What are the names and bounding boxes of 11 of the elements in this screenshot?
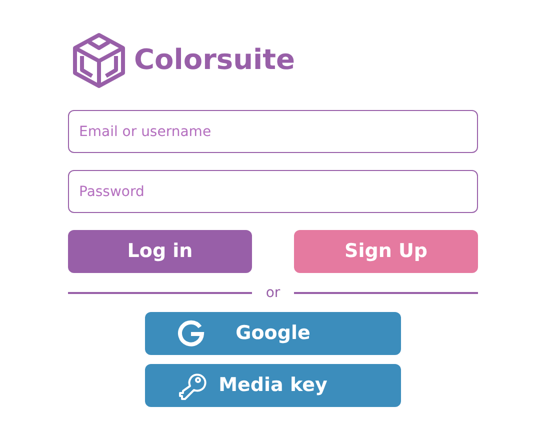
username-field[interactable]: Email or username (68, 110, 478, 153)
brand-name: Colorsuite (134, 46, 295, 74)
key-icon (177, 370, 207, 400)
cube-logo-icon (72, 32, 126, 88)
media-key-button[interactable]: Media key (145, 364, 401, 407)
google-icon (177, 320, 205, 348)
login-button[interactable]: Log in (68, 230, 252, 273)
divider-text: or (264, 284, 282, 302)
password-field[interactable]: Password (68, 170, 478, 213)
google-button[interactable]: Google (145, 312, 401, 355)
signup-button[interactable]: Sign Up (294, 230, 478, 273)
